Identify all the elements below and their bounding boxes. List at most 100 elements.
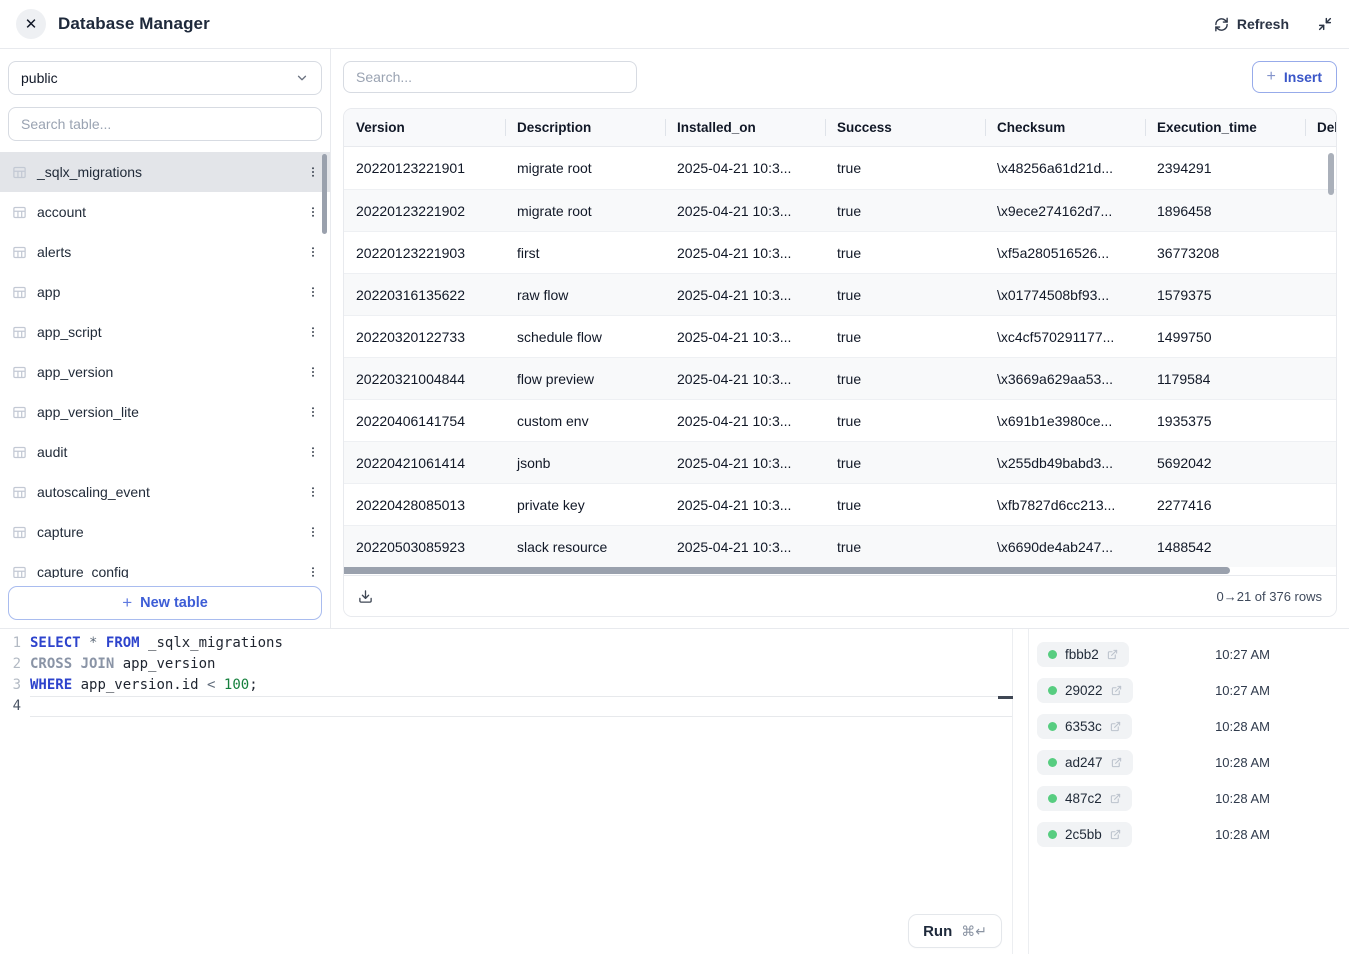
kebab-menu-icon[interactable] (306, 205, 320, 219)
table-cell (1305, 400, 1336, 441)
close-button[interactable]: ✕ (16, 9, 46, 39)
editor-line[interactable]: 2CROSS JOIN app_version (0, 654, 1012, 675)
insert-button[interactable]: + Insert (1252, 61, 1337, 93)
external-link-icon[interactable] (1111, 685, 1122, 696)
sidebar-item-account[interactable]: account (0, 192, 330, 232)
insert-label: Insert (1284, 69, 1322, 85)
history-pill[interactable]: fbbb2 (1037, 642, 1129, 667)
editor-scrollbar[interactable] (998, 696, 1013, 699)
schema-select-value: public (21, 70, 58, 86)
editor-line[interactable]: 1SELECT * FROM _sqlx_migrations (0, 633, 1012, 654)
sql-editor[interactable]: 1SELECT * FROM _sqlx_migrations2CROSS JO… (0, 629, 1013, 954)
external-link-icon[interactable] (1110, 793, 1121, 804)
run-label: Run (923, 923, 952, 940)
sidebar-scrollbar[interactable] (322, 154, 327, 234)
kebab-menu-icon[interactable] (306, 245, 320, 259)
history-pill[interactable]: 2c5bb (1037, 822, 1132, 847)
table-cell: 2025-04-21 10:3... (665, 190, 825, 231)
column-header[interactable]: Description (505, 109, 665, 146)
table-cell: 2025-04-21 10:3... (665, 316, 825, 357)
kebab-menu-icon[interactable] (306, 285, 320, 299)
sidebar-item-_sqlx_migrations[interactable]: _sqlx_migrations (0, 152, 330, 192)
table-icon (12, 325, 27, 340)
table-row[interactable]: 20220316135622raw flow2025-04-21 10:3...… (344, 273, 1336, 315)
collapse-fullscreen-icon[interactable] (1317, 16, 1333, 32)
column-header[interactable]: Success (825, 109, 985, 146)
column-header[interactable]: Checksum (985, 109, 1145, 146)
table-row[interactable]: 20220428085013private key2025-04-21 10:3… (344, 483, 1336, 525)
column-header[interactable]: Version (344, 109, 505, 146)
table-cell: 2025-04-21 10:3... (665, 232, 825, 273)
table-cell: 2025-04-21 10:3... (665, 400, 825, 441)
column-header[interactable]: Execution_time (1145, 109, 1305, 146)
pane-divider[interactable] (1013, 629, 1029, 954)
history-id: ad247 (1065, 755, 1103, 770)
search-input[interactable] (343, 61, 637, 93)
sidebar: public _sqlx_migrationsaccountalertsappa… (0, 49, 331, 628)
sidebar-item-autoscaling_event[interactable]: autoscaling_event (0, 472, 330, 512)
table-row[interactable]: 20220123221901migrate root2025-04-21 10:… (344, 147, 1336, 189)
table-cell: true (825, 147, 985, 189)
schema-select[interactable]: public (8, 61, 322, 95)
history-pill[interactable]: 6353c (1037, 714, 1132, 739)
table-row[interactable]: 20220503085923slack resource2025-04-21 1… (344, 525, 1336, 567)
table-cell: \x01774508bf93... (985, 274, 1145, 315)
table-row[interactable]: 20220321004844flow preview2025-04-21 10:… (344, 357, 1336, 399)
kebab-menu-icon[interactable] (306, 445, 320, 459)
table-cell: raw flow (505, 274, 665, 315)
column-header[interactable]: Deleted (1305, 109, 1336, 146)
vertical-scrollbar[interactable] (1328, 153, 1334, 195)
table-cell: true (825, 442, 985, 483)
sql-code[interactable]: 1SELECT * FROM _sqlx_migrations2CROSS JO… (0, 629, 1012, 717)
editor-line[interactable]: 4 (0, 696, 1012, 717)
table-cell: \xf5a280516526... (985, 232, 1145, 273)
table-row[interactable]: 20220406141754custom env2025-04-21 10:3.… (344, 399, 1336, 441)
search-table-input[interactable] (8, 107, 322, 141)
sidebar-item-audit[interactable]: audit (0, 432, 330, 472)
column-header[interactable]: Installed_on (665, 109, 825, 146)
code-text: SELECT * FROM _sqlx_migrations (30, 633, 1012, 654)
sidebar-item-app_script[interactable]: app_script (0, 312, 330, 352)
history-pill[interactable]: 29022 (1037, 678, 1133, 703)
external-link-icon[interactable] (1110, 721, 1121, 732)
table-cell: 2025-04-21 10:3... (665, 358, 825, 399)
download-button[interactable] (358, 589, 373, 604)
editor-line[interactable]: 3WHERE app_version.id < 100; (0, 675, 1012, 696)
history-item: fbbb2 10:27 AM (1029, 636, 1349, 672)
kebab-menu-icon[interactable] (306, 165, 320, 179)
sidebar-item-app_version[interactable]: app_version (0, 352, 330, 392)
kebab-menu-icon[interactable] (306, 565, 320, 578)
table-row[interactable]: 20220320122733schedule flow2025-04-21 10… (344, 315, 1336, 357)
run-button[interactable]: Run ⌘↵ (908, 914, 1002, 948)
table-cell: 1179584 (1145, 358, 1305, 399)
kebab-menu-icon[interactable] (306, 485, 320, 499)
table-row[interactable]: 20220123221903first2025-04-21 10:3...tru… (344, 231, 1336, 273)
sidebar-item-capture_config[interactable]: capture_config (0, 552, 330, 578)
history-time: 10:28 AM (1215, 719, 1270, 734)
sidebar-item-alerts[interactable]: alerts (0, 232, 330, 272)
kebab-menu-icon[interactable] (306, 365, 320, 379)
table-row[interactable]: 20220123221902migrate root2025-04-21 10:… (344, 189, 1336, 231)
kebab-menu-icon[interactable] (306, 405, 320, 419)
sidebar-item-app_version_lite[interactable]: app_version_lite (0, 392, 330, 432)
history-pill[interactable]: 487c2 (1037, 786, 1132, 811)
refresh-button[interactable]: Refresh (1214, 16, 1289, 32)
table-row[interactable]: 20220421061414jsonb2025-04-21 10:3...tru… (344, 441, 1336, 483)
external-link-icon[interactable] (1110, 829, 1121, 840)
table-cell (1305, 442, 1336, 483)
table-cell: \x48256a61d21d... (985, 147, 1145, 189)
kebab-menu-icon[interactable] (306, 325, 320, 339)
history-time: 10:27 AM (1215, 647, 1270, 662)
sidebar-item-app[interactable]: app (0, 272, 330, 312)
new-table-button[interactable]: + New table (8, 586, 322, 620)
history-id: 6353c (1065, 719, 1102, 734)
external-link-icon[interactable] (1111, 757, 1122, 768)
history-pill[interactable]: ad247 (1037, 750, 1133, 775)
horizontal-scrollbar[interactable] (344, 567, 1336, 575)
new-table-label: New table (140, 595, 208, 611)
kebab-menu-icon[interactable] (306, 525, 320, 539)
sidebar-item-capture[interactable]: capture (0, 512, 330, 552)
external-link-icon[interactable] (1107, 649, 1118, 660)
download-icon (358, 589, 373, 604)
table-cell: 20220123221901 (344, 147, 505, 189)
